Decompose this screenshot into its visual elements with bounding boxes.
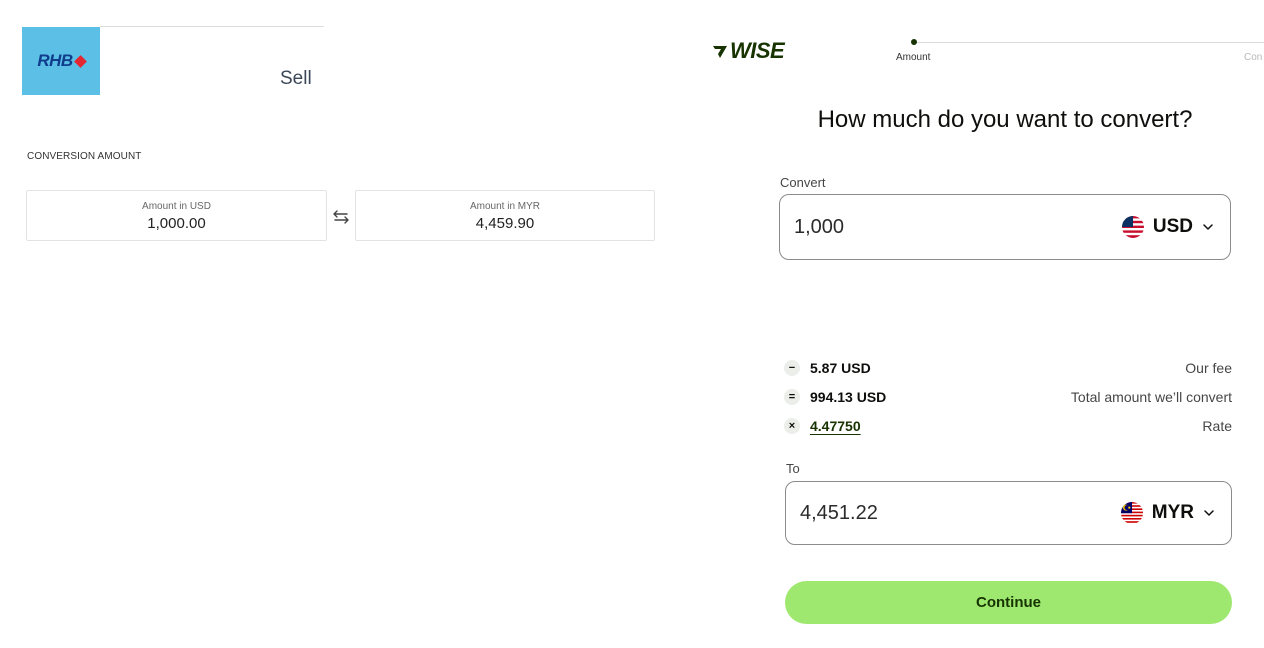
multiply-icon: ×: [784, 418, 800, 434]
chevron-down-icon: [1204, 510, 1214, 516]
progress-current-dot: [911, 39, 917, 45]
rhb-amount-myr-field[interactable]: Amount in MYR 4,459.90: [355, 190, 655, 241]
step-amount: Amount: [896, 52, 931, 63]
fee-row-rate: × 4.47750 Rate: [784, 416, 1232, 436]
rhb-sell-heading: Sell: [280, 68, 312, 89]
rhb-conversion-amount-label: CONVERSION AMOUNT: [27, 151, 142, 162]
rhb-amount-usd-label: Amount in USD: [142, 201, 211, 212]
page-title: How much do you want to convert?: [817, 106, 1193, 133]
rhb-amount-usd-value[interactable]: 1,000.00: [27, 215, 326, 232]
fee-amount: 5.87 USD: [810, 360, 871, 376]
step-next: Con: [1244, 52, 1263, 63]
rhb-logo: RHB: [22, 27, 100, 95]
us-flag-icon: [1121, 216, 1144, 238]
to-amount-field[interactable]: MYR: [785, 481, 1232, 545]
rhb-header-divider: [100, 26, 324, 27]
fee-description: Our fee: [1185, 360, 1232, 376]
to-currency-code: MYR: [1151, 502, 1194, 523]
to-label: To: [786, 461, 800, 476]
my-flag-icon: [1120, 502, 1143, 524]
to-currency-select[interactable]: MYR: [1120, 502, 1215, 524]
wise-logo: WISE: [711, 38, 785, 63]
convert-label: Convert: [780, 175, 826, 190]
fee-row-our-fee: − 5.87 USD Our fee: [784, 358, 1232, 378]
total-description: Total amount we’ll convert: [1070, 389, 1232, 405]
total-amount: 994.13 USD: [810, 389, 887, 405]
continue-button[interactable]: Continue: [785, 581, 1232, 624]
to-amount-input[interactable]: [800, 501, 1040, 525]
rhb-amount-myr-value[interactable]: 4,459.90: [356, 215, 654, 232]
swap-arrows-icon[interactable]: [331, 207, 351, 227]
chevron-down-icon: [1203, 224, 1213, 230]
equals-icon: =: [784, 389, 800, 405]
rhb-logo-diamond-icon: [73, 55, 87, 68]
convert-currency-select[interactable]: USD: [1121, 216, 1214, 238]
rate-link[interactable]: 4.47750: [810, 418, 861, 434]
progress-track: [914, 42, 1264, 43]
rhb-amount-usd-field[interactable]: Amount in USD 1,000.00: [26, 190, 327, 241]
convert-currency-code: USD: [1152, 216, 1193, 237]
wise-flag-icon: [713, 46, 727, 58]
rhb-amount-myr-label: Amount in MYR: [469, 201, 541, 212]
minus-icon: −: [784, 360, 800, 376]
fee-row-total-converted: = 994.13 USD Total amount we’ll convert: [784, 387, 1232, 407]
rate-description: Rate: [1202, 418, 1232, 434]
rhb-logo-text: RHB: [37, 51, 73, 70]
convert-amount-input[interactable]: [794, 215, 1034, 239]
wise-logo-text: WISE: [730, 38, 785, 63]
convert-amount-field[interactable]: USD: [779, 194, 1231, 260]
